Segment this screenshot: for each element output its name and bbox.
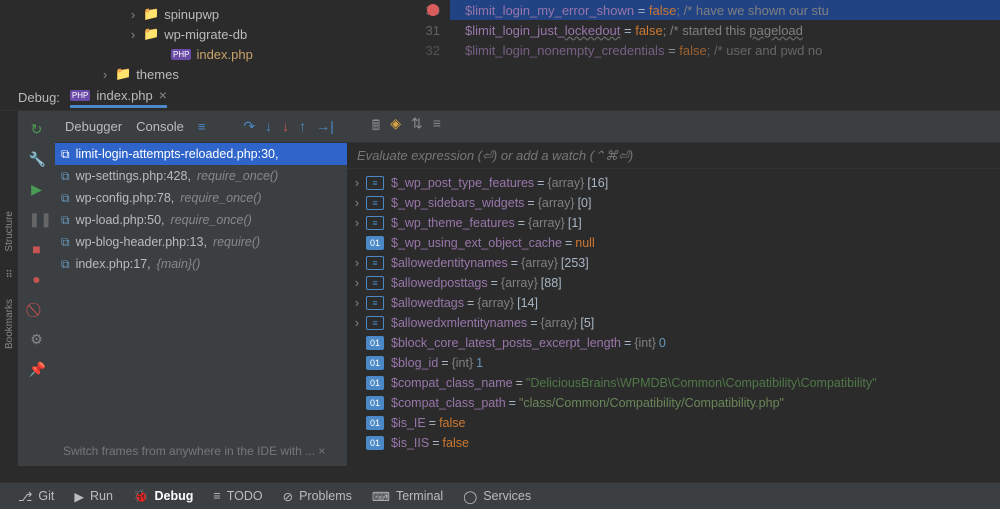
services-icon: ◯ [463, 489, 477, 504]
sort-icon[interactable]: ⇅ [411, 115, 423, 139]
threads-icon[interactable]: ≡ [198, 119, 206, 134]
tree-item[interactable]: PHPindex.php [156, 44, 395, 64]
pin-icon[interactable]: 📌 [29, 361, 45, 377]
folder-icon: 📁 [143, 6, 159, 22]
settings-icon[interactable]: 🔧 [29, 151, 45, 167]
variable-row[interactable]: 01$_wp_using_ext_object_cache = null [347, 233, 1000, 253]
variable-row[interactable]: ›≡$allowedposttags = {array} [88] [347, 273, 1000, 293]
variable-row[interactable]: 01$compat_class_name = "DeliciousBrains\… [347, 373, 1000, 393]
left-bar: Structure ⠿ Bookmarks [0, 111, 18, 466]
variable-row[interactable]: ›≡$allowedtags = {array} [14] [347, 293, 1000, 313]
chevron-icon: › [128, 7, 138, 22]
run-tool[interactable]: ▶Run [74, 489, 113, 504]
debug-toolbar: Debugger Console ≡ ↷ ↓ ↓ ↑ →| 🖩 ◈ ⇅ ≡ [55, 111, 1000, 143]
rerun-icon[interactable]: ↻ [29, 121, 45, 137]
stack-frame[interactable]: ⧉wp-config.php:78, require_once() [55, 187, 347, 209]
stop-icon[interactable]: ■ [29, 241, 45, 257]
step-out-icon[interactable]: ↑ [299, 118, 306, 135]
eval-input[interactable]: Evaluate expression (⏎) or add a watch (… [347, 143, 1000, 169]
debug-label: Debug: [18, 90, 60, 105]
filter-icon[interactable]: ≡ [433, 115, 441, 139]
project-tree[interactable]: ›📁spinupwp ›📁wp-migrate-db PHPindex.php … [0, 0, 395, 85]
step-over-icon[interactable]: ↷ [243, 118, 255, 135]
hint-text: Switch frames from anywhere in the IDE w… [55, 436, 347, 466]
variable-row[interactable]: 01$compat_class_path = "class/Common/Com… [347, 393, 1000, 413]
terminal-tool[interactable]: ⌨Terminal [372, 489, 443, 504]
frame-icon: ⧉ [61, 191, 70, 206]
php-file-icon: PHP [171, 49, 191, 60]
close-icon[interactable]: × [159, 87, 167, 103]
stack-frame[interactable]: ⧉limit-login-attempts-reloaded.php:30, [55, 143, 347, 165]
step-into-icon[interactable]: ↓ [265, 118, 272, 135]
variable-row[interactable]: ›≡$_wp_theme_features = {array} [1] [347, 213, 1000, 233]
play-icon: ▶ [74, 489, 84, 504]
chevron-icon: › [128, 27, 138, 42]
mute-breakpoints-icon[interactable]: ⃠ [29, 301, 45, 317]
terminal-icon: ⌨ [372, 489, 390, 504]
variable-row[interactable]: 01$blog_id = {int} 1 [347, 353, 1000, 373]
frame-icon: ⧉ [61, 257, 70, 272]
debug-tabs: Debug: PHPindex.php× [0, 85, 1000, 111]
tree-item[interactable]: ›📁themes [100, 64, 395, 84]
list-icon: ≡ [213, 489, 220, 503]
evaluate-icon[interactable]: 🖩 [372, 115, 380, 139]
tree-item[interactable]: ›📁spinupwp [128, 4, 395, 24]
view-breakpoints-icon[interactable]: ● [29, 271, 45, 287]
debugger-tab[interactable]: Debugger [65, 119, 122, 134]
variable-row[interactable]: ›≡$_wp_sidebars_widgets = {array} [0] [347, 193, 1000, 213]
bookmarks-tool[interactable]: Bookmarks [4, 299, 15, 349]
frame-icon: ⧉ [61, 213, 70, 228]
pause-icon[interactable]: ❚❚ [29, 211, 45, 227]
variable-row[interactable]: 01$block_core_latest_posts_excerpt_lengt… [347, 333, 1000, 353]
resume-icon[interactable]: ▶ [29, 181, 45, 197]
variable-row[interactable]: ›≡$allowedxmlentitynames = {array} [5] [347, 313, 1000, 333]
debug-tab-active[interactable]: PHPindex.php× [70, 87, 167, 108]
variable-row[interactable]: ›≡$allowedentitynames = {array} [253] [347, 253, 1000, 273]
debug-tool[interactable]: 🐞Debug [133, 489, 193, 504]
trace-icon[interactable]: ◈ [390, 115, 401, 139]
variable-row[interactable]: ›≡$_wp_post_type_features = {array} [16] [347, 173, 1000, 193]
git-tool[interactable]: ⎇Git [18, 489, 54, 504]
services-tool[interactable]: ◯Services [463, 489, 531, 504]
php-file-icon: PHP [70, 90, 90, 101]
folder-icon: 📁 [143, 26, 159, 42]
frames-list[interactable]: ⧉limit-login-attempts-reloaded.php:30, ⧉… [55, 143, 347, 466]
breakpoint-icon[interactable] [427, 4, 439, 16]
force-step-icon[interactable]: ↓ [282, 118, 289, 135]
stack-frame[interactable]: ⧉index.php:17, {main}() [55, 253, 347, 275]
structure-tool[interactable]: Structure [4, 211, 15, 252]
branch-icon: ⎇ [18, 489, 32, 504]
console-tab[interactable]: Console [136, 119, 184, 134]
frame-icon: ⧉ [61, 235, 70, 250]
stack-frame[interactable]: ⧉wp-load.php:50, require_once() [55, 209, 347, 231]
warning-icon: ⊘ [283, 489, 293, 504]
gear-icon[interactable]: ⚙ [29, 331, 45, 347]
frame-icon: ⧉ [61, 169, 70, 184]
bottom-bar: ⎇Git ▶Run 🐞Debug ≡TODO ⊘Problems ⌨Termin… [0, 482, 1000, 509]
bug-icon: 🐞 [133, 489, 149, 504]
variable-row[interactable]: 01$is_IE = false [347, 413, 1000, 433]
todo-tool[interactable]: ≡TODO [213, 489, 262, 503]
folder-icon: 📁 [115, 66, 131, 82]
problems-tool[interactable]: ⊘Problems [283, 489, 352, 504]
editor[interactable]: 30$limit_login_my_error_shown = false; /… [395, 0, 1000, 85]
variable-row[interactable]: 01$is_IIS = false [347, 433, 1000, 453]
stack-frame[interactable]: ⧉wp-blog-header.php:13, require() [55, 231, 347, 253]
stack-frame[interactable]: ⧉wp-settings.php:428, require_once() [55, 165, 347, 187]
chevron-icon: › [100, 67, 110, 82]
tree-item[interactable]: ›📁wp-migrate-db [128, 24, 395, 44]
variables-panel[interactable]: Evaluate expression (⏎) or add a watch (… [347, 143, 1000, 466]
debug-controls: ↻ 🔧 ▶ ❚❚ ■ ● ⃠ ⚙ 📌 [18, 111, 55, 466]
run-to-cursor-icon[interactable]: →| [316, 118, 334, 135]
frame-icon: ⧉ [61, 147, 70, 162]
